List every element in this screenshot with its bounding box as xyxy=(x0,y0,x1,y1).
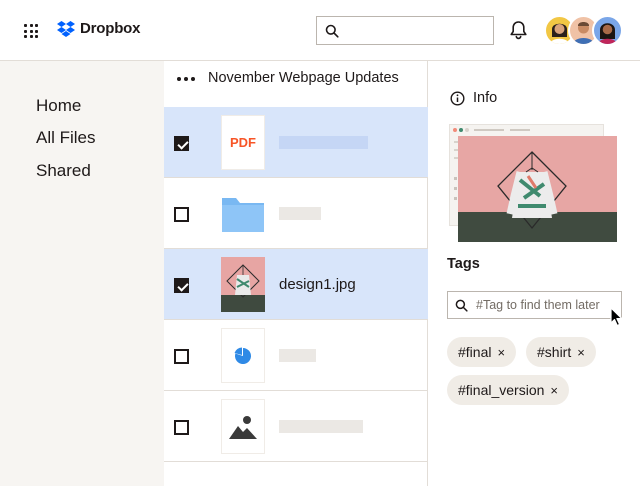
folder-title: November Webpage Updates xyxy=(208,70,399,86)
search-input[interactable] xyxy=(316,16,494,45)
brand-name: Dropbox xyxy=(80,20,141,37)
file-name: design1.jpg xyxy=(279,276,356,293)
dropbox-logo[interactable]: Dropbox xyxy=(57,20,140,37)
file-row[interactable]: design1.jpg xyxy=(164,249,428,320)
tag-input-placeholder: #Tag to find them later xyxy=(476,298,600,312)
image-icon xyxy=(221,399,265,454)
app-grid-icon[interactable] xyxy=(24,24,38,38)
avatar-group[interactable] xyxy=(544,15,624,46)
tags-title: Tags xyxy=(447,256,480,272)
sidebar-item-shared[interactable]: Shared xyxy=(36,161,91,181)
row-checkbox[interactable] xyxy=(174,349,189,364)
tag-chip[interactable]: #shirt × xyxy=(526,337,596,367)
pie-chart-icon xyxy=(221,328,265,383)
info-header: Info xyxy=(450,90,497,106)
remove-tag-icon[interactable]: × xyxy=(550,384,558,397)
file-row[interactable] xyxy=(164,391,428,462)
search-icon xyxy=(325,24,339,38)
folder-icon xyxy=(221,186,265,241)
search-icon xyxy=(455,299,468,312)
file-row[interactable] xyxy=(164,178,428,249)
dropbox-logo-icon xyxy=(57,20,75,37)
row-checkbox[interactable] xyxy=(174,278,189,293)
pdf-label: PDF xyxy=(230,135,256,150)
file-list: November Webpage Updates PDF design1.jpg xyxy=(164,61,428,486)
sidebar: Home All Files Shared xyxy=(0,61,164,486)
file-name-placeholder xyxy=(279,207,321,220)
info-icon xyxy=(450,90,465,106)
tag-label: #shirt xyxy=(537,344,572,360)
mouse-pointer-icon xyxy=(610,307,624,332)
file-list-header: November Webpage Updates xyxy=(164,61,428,107)
row-checkbox[interactable] xyxy=(174,420,189,435)
row-checkbox[interactable] xyxy=(174,136,189,151)
tag-label: #final_version xyxy=(458,382,545,398)
file-row[interactable]: PDF xyxy=(164,107,428,178)
notifications-bell-icon[interactable] xyxy=(509,20,528,45)
file-name-placeholder xyxy=(279,136,368,149)
info-panel: Info Tags #Tag to find them later #final… xyxy=(429,61,640,486)
tag-label: #final xyxy=(458,344,492,360)
info-title: Info xyxy=(473,90,498,106)
tag-search-input[interactable]: #Tag to find them later xyxy=(447,291,622,319)
pdf-thumbnail: PDF xyxy=(221,115,265,170)
avatar[interactable] xyxy=(592,15,623,46)
sidebar-item-home[interactable]: Home xyxy=(36,96,81,116)
file-name-placeholder xyxy=(279,420,363,433)
file-preview-image xyxy=(458,136,617,242)
file-name-placeholder xyxy=(279,349,316,362)
remove-tag-icon[interactable]: × xyxy=(497,346,505,359)
sidebar-item-all-files[interactable]: All Files xyxy=(36,128,96,148)
row-checkbox[interactable] xyxy=(174,207,189,222)
image-thumbnail xyxy=(221,257,265,312)
more-options-icon[interactable] xyxy=(177,77,195,81)
remove-tag-icon[interactable]: × xyxy=(577,346,585,359)
file-row[interactable] xyxy=(164,320,428,391)
tag-chip[interactable]: #final_version × xyxy=(447,375,569,405)
top-bar: Dropbox xyxy=(0,0,640,61)
tag-chip[interactable]: #final × xyxy=(447,337,517,367)
